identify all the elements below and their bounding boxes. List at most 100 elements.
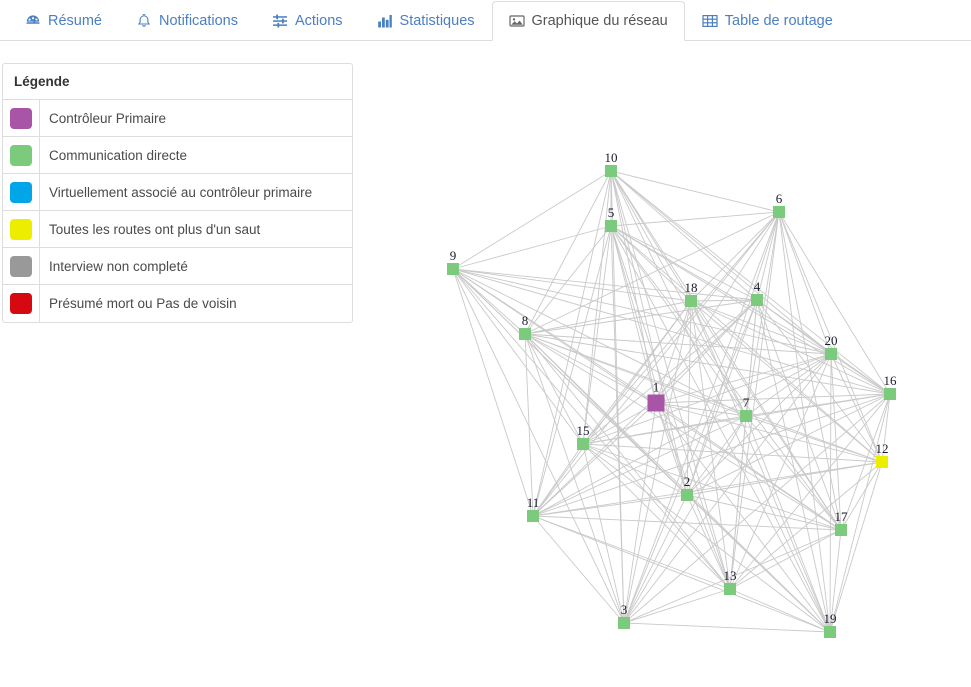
graph-node-12[interactable]: 12	[876, 441, 889, 468]
graph-node-13[interactable]: 13	[724, 568, 737, 595]
graph-edge	[524, 333, 534, 517]
tab-graphique[interactable]: Graphique du réseau	[491, 1, 685, 41]
tab-label: Notifications	[159, 12, 238, 29]
network-graph-svg[interactable]: 1059618 4820161712152111713319	[355, 44, 971, 687]
graph-edge	[452, 225, 612, 270]
node-label: 2	[684, 474, 691, 489]
legend-color-swatch	[10, 218, 32, 240]
node-square[interactable]	[605, 165, 617, 177]
graph-node-5[interactable]: 5	[605, 205, 617, 232]
graph-node-9[interactable]: 9	[447, 248, 459, 275]
node-label: 12	[876, 441, 889, 456]
node-square[interactable]	[724, 583, 736, 595]
tab-notifications[interactable]: Notifications	[119, 1, 255, 41]
node-square[interactable]	[527, 510, 539, 522]
graph-node-6[interactable]: 6	[773, 191, 785, 218]
node-square[interactable]	[618, 617, 630, 629]
network-graph-page: Résumé Notifications Actions Statistiques Gr…	[0, 0, 971, 687]
legend-item-label: Communication directe	[49, 147, 188, 163]
legend-swatch-cell	[3, 174, 40, 210]
graph-edge	[729, 415, 747, 590]
graph-edge	[690, 211, 780, 302]
node-square[interactable]	[681, 489, 693, 501]
legend-row: Présumé mort ou Pas de voisin	[3, 285, 352, 322]
graph-edge	[830, 353, 891, 395]
graph-edge	[690, 299, 758, 302]
legend-row: Communication directe	[3, 137, 352, 174]
node-square[interactable]	[884, 388, 896, 400]
graph-node-2[interactable]: 2	[681, 474, 693, 501]
graph-edge	[532, 515, 842, 531]
node-square[interactable]	[740, 410, 752, 422]
network-graph-canvas[interactable]: 10 5 9 6 18 4 8 20 16 1 7 12 15 2 11 17 13 3 19	[355, 44, 971, 687]
node-label: 17	[835, 509, 849, 524]
node-square[interactable]	[519, 328, 531, 340]
legend-swatch-cell	[3, 211, 40, 247]
legend-swatch-cell	[3, 248, 40, 284]
graph-edge	[745, 415, 842, 531]
graph-edge	[532, 443, 584, 517]
graph-node-20[interactable]: 20	[825, 333, 838, 360]
graph-edge	[524, 333, 625, 624]
graph-edge	[829, 353, 832, 633]
graph-node-18[interactable]: 18	[685, 280, 698, 307]
node-square[interactable]	[447, 263, 459, 275]
legend-color-swatch	[10, 255, 32, 277]
graph-node-15[interactable]: 15	[577, 423, 590, 450]
node-square[interactable]	[577, 438, 589, 450]
legend-color-swatch	[10, 293, 32, 314]
graph-edge	[610, 170, 891, 395]
legend-color-swatch	[10, 181, 32, 203]
legend-swatch-cell	[3, 137, 40, 173]
node-label: 15	[577, 423, 590, 438]
graph-edge	[610, 225, 731, 590]
node-label: 19	[824, 611, 837, 626]
graph-node-17[interactable]: 17	[835, 509, 849, 536]
legend-item-label: Toutes les routes ont plus d'un saut	[49, 221, 261, 237]
node-label: 18	[685, 280, 698, 295]
legend-panel: Légende Contrôleur Primaire Communication…	[2, 63, 353, 323]
dashboard-icon	[25, 13, 41, 29]
legend-item-label: Virtuellement associé au contrôleur prim…	[49, 184, 313, 200]
legend-row: Virtuellement associé au contrôleur prim…	[3, 174, 352, 211]
graph-edge	[452, 268, 534, 517]
node-label: 10	[605, 150, 618, 165]
node-square[interactable]	[647, 394, 665, 412]
node-square[interactable]	[773, 206, 785, 218]
graph-edge	[623, 300, 692, 624]
tab-label: Résumé	[48, 12, 102, 29]
legend-title: Légende	[3, 64, 352, 100]
tab-actions[interactable]: Actions	[255, 1, 360, 41]
node-square[interactable]	[825, 348, 837, 360]
node-label: 13	[724, 568, 737, 583]
graph-node-19[interactable]: 19	[824, 611, 837, 638]
node-label: 9	[450, 248, 457, 263]
node-label: 3	[621, 602, 628, 617]
graph-edge	[623, 622, 831, 633]
node-square[interactable]	[824, 626, 836, 638]
graph-edge	[582, 443, 688, 496]
node-square[interactable]	[876, 456, 888, 468]
node-square[interactable]	[751, 294, 763, 306]
graph-edges	[452, 170, 891, 633]
legend-row: Toutes les routes ont plus d'un saut	[3, 211, 352, 248]
graph-edge	[532, 170, 612, 517]
tab-label: Actions	[294, 12, 343, 29]
tab-statistiques[interactable]: Statistiques	[360, 1, 492, 41]
legend-item-label: Interview non completé	[49, 258, 188, 274]
graph-node-11[interactable]: 11	[527, 495, 540, 522]
graph-edge	[524, 170, 612, 335]
graph-edge	[524, 333, 831, 633]
node-square[interactable]	[685, 295, 697, 307]
legend-item-label: Présumé mort ou Pas de voisin	[49, 296, 237, 311]
tab-routage[interactable]: Table de routage	[685, 1, 850, 41]
node-square[interactable]	[605, 220, 617, 232]
node-label: 7	[743, 395, 750, 410]
node-square[interactable]	[835, 524, 847, 536]
graph-edge	[610, 170, 747, 417]
graph-node-16[interactable]: 16	[884, 373, 898, 400]
node-label: 1	[653, 380, 660, 395]
legend-swatch-cell	[3, 285, 40, 322]
tab-resume[interactable]: Résumé	[8, 1, 119, 41]
graph-node-10[interactable]: 10	[605, 150, 618, 177]
